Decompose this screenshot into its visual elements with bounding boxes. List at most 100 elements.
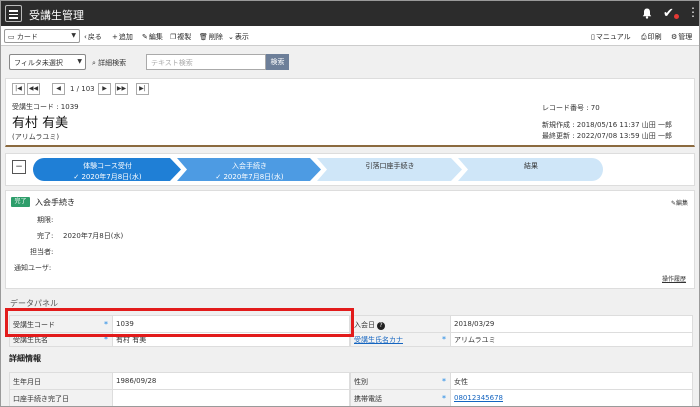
- record-number: レコード番号 : 70: [542, 104, 600, 112]
- pencil-icon: ✎: [142, 33, 148, 41]
- field-label-student-kana: 受講生氏名カナ *: [350, 332, 451, 347]
- field-label-birthday: 生年月日: [9, 372, 113, 390]
- field-label-text: 携帯電話: [354, 395, 382, 403]
- required-mark: *: [442, 394, 446, 403]
- chevron-down-icon: ⌄: [228, 33, 234, 41]
- app-title: 受講生管理: [29, 9, 84, 22]
- copy-button[interactable]: ❐複製: [170, 32, 191, 42]
- mobile-link[interactable]: 08012345678: [454, 394, 503, 402]
- step-3-label: 引落口座手続き: [365, 162, 415, 170]
- kebab-menu-icon[interactable]: ⋮: [687, 5, 699, 19]
- plus-icon: +: [112, 33, 118, 41]
- field-value-student-kana[interactable]: アリムラユミ: [450, 332, 693, 347]
- field-value-birthday[interactable]: 1986/09/28: [112, 372, 350, 390]
- book-icon: ▯: [591, 33, 595, 41]
- filter-select[interactable]: フィルタ未選択 ▼: [9, 54, 86, 70]
- process-step-4[interactable]: 結果: [458, 158, 604, 181]
- edit-label: 編集: [148, 33, 163, 41]
- search-icon: ⌕: [92, 59, 96, 67]
- hamburger-menu-icon[interactable]: [5, 5, 22, 22]
- edit-button[interactable]: ✎編集: [142, 32, 163, 42]
- gear-icon: ⚙: [671, 33, 678, 41]
- step-detail-card: 完了 入会手続き ✎編集 期限: 完了: 2020年7月8日(水) 担当者: 通…: [5, 190, 695, 289]
- manual-button[interactable]: ▯マニュアル: [591, 32, 631, 42]
- process-step-3[interactable]: 引落口座手続き: [317, 158, 463, 181]
- card-view-icon: ▭: [8, 33, 15, 41]
- first-page-icon[interactable]: |◀: [12, 83, 25, 95]
- back-button[interactable]: ‹戻る: [84, 32, 102, 42]
- filter-select-value: フィルタ未選択: [14, 59, 63, 67]
- field-label-text[interactable]: 受講生氏名カナ: [354, 336, 403, 344]
- status-badge: 完了: [11, 197, 30, 207]
- last-page-icon[interactable]: ▶|: [136, 83, 149, 95]
- collapse-icon[interactable]: −: [12, 160, 26, 174]
- delete-button[interactable]: 🗑削除: [199, 32, 223, 42]
- app-window: 受講生管理 ✔ ⋮ ▭ カード ▼ ‹戻る +追加 ✎編集 ❐複製 🗑削除 ⌄表…: [0, 0, 700, 407]
- step-detail-title: 入会手続き: [35, 198, 75, 207]
- next-ten-icon[interactable]: ▶▶: [115, 83, 128, 95]
- step-edit-label: 編集: [676, 200, 689, 207]
- step-edit-button[interactable]: ✎編集: [671, 198, 688, 207]
- field-label-join-date: 入会日?: [350, 315, 451, 333]
- copy-label: 複製: [177, 33, 192, 41]
- notification-dot: [674, 14, 679, 19]
- printer-icon: ⎙: [641, 33, 647, 41]
- prev-ten-icon[interactable]: ◀◀: [27, 83, 40, 95]
- done-label: 完了:: [37, 232, 54, 240]
- field-value-account-done-date[interactable]: [112, 389, 350, 406]
- print-button[interactable]: ⎙印刷: [641, 32, 662, 42]
- student-code-line: 受講生コード : 1039: [12, 103, 79, 111]
- step-1-date-text: 2020年7月8日(水): [81, 173, 142, 181]
- text-search-input[interactable]: テキスト検索: [146, 54, 266, 70]
- next-page-icon[interactable]: ▶: [98, 83, 111, 95]
- chevron-down-icon: ▼: [71, 32, 76, 39]
- field-label-mobile: 携帯電話 *: [350, 389, 451, 406]
- view-select[interactable]: ▭ カード ▼: [4, 29, 80, 43]
- field-value-gender[interactable]: 女性: [450, 372, 693, 390]
- updated-info: 最終更新 : 2022/07/08 13:59 山田 一郎: [542, 132, 673, 140]
- student-kana: (アリムラユミ): [12, 133, 60, 141]
- delete-label: 削除: [208, 33, 223, 41]
- print-label: 印刷: [647, 33, 662, 41]
- check-icon[interactable]: ✔: [663, 6, 674, 21]
- assignee-label: 担当者:: [30, 248, 54, 256]
- field-value-join-date[interactable]: 2018/03/29: [450, 315, 693, 333]
- manual-label: マニュアル: [595, 33, 631, 41]
- advanced-search-label: 詳細検索: [98, 59, 127, 67]
- process-flow: − 体験コース受付 ✓ 2020年7月8日(水) 入会手続き ✓ 2020年7月…: [5, 153, 695, 186]
- bell-icon[interactable]: [642, 8, 652, 19]
- prev-page-icon[interactable]: ◀: [52, 83, 65, 95]
- done-value: 2020年7月8日(水): [63, 232, 124, 240]
- operation-history-link[interactable]: 操作履歴: [662, 274, 686, 283]
- filter-bar: フィルタ未選択 ▼ ⌕ 詳細検索 テキスト検索 検索: [1, 47, 699, 77]
- view-select-value: カード: [16, 33, 38, 41]
- add-label: 追加: [118, 33, 133, 41]
- step-1-date: ✓ 2020年7月8日(水): [33, 172, 182, 182]
- back-label: 戻る: [87, 33, 102, 41]
- pager-text: 1 / 103: [70, 85, 95, 93]
- search-button[interactable]: 検索: [266, 54, 289, 70]
- admin-button[interactable]: ⚙管理: [671, 32, 692, 42]
- notify-label: 通知ユーザ:: [14, 264, 52, 272]
- required-mark: *: [442, 335, 446, 344]
- field-label-text: 入会日: [354, 321, 375, 329]
- field-label-text: 性別: [354, 378, 368, 386]
- text-search-placeholder: テキスト検索: [151, 59, 193, 67]
- created-info: 新規作成 : 2018/05/16 11:37 山田 一郎: [542, 121, 673, 129]
- record-header-card: |◀ ◀◀ ◀ 1 / 103 ▶ ▶▶ ▶| 受講生コード : 1039 有村…: [5, 78, 695, 147]
- chevron-down-icon: ▼: [77, 58, 82, 65]
- process-step-1[interactable]: 体験コース受付 ✓ 2020年7月8日(水): [33, 158, 182, 181]
- process-step-2[interactable]: 入会手続き ✓ 2020年7月8日(水): [177, 158, 322, 181]
- toolbar: ▭ カード ▼ ‹戻る +追加 ✎編集 ❐複製 🗑削除 ⌄表示 ▯マニュアル ⎙…: [1, 26, 699, 46]
- field-value-mobile[interactable]: 08012345678: [450, 389, 693, 406]
- display-button[interactable]: ⌄表示: [228, 32, 249, 42]
- app-header: 受講生管理 ✔ ⋮: [1, 1, 699, 26]
- chevron-left-icon: ‹: [84, 33, 87, 41]
- field-label-text: 受講生氏名: [13, 336, 48, 344]
- step-2-label: 入会手続き: [232, 162, 267, 170]
- add-button[interactable]: +追加: [112, 32, 133, 42]
- help-icon[interactable]: ?: [377, 322, 385, 330]
- step-4-label: 結果: [524, 162, 538, 170]
- field-label-account-done-date: 口座手続き完了日: [9, 389, 113, 406]
- advanced-search-button[interactable]: ⌕ 詳細検索: [92, 58, 126, 68]
